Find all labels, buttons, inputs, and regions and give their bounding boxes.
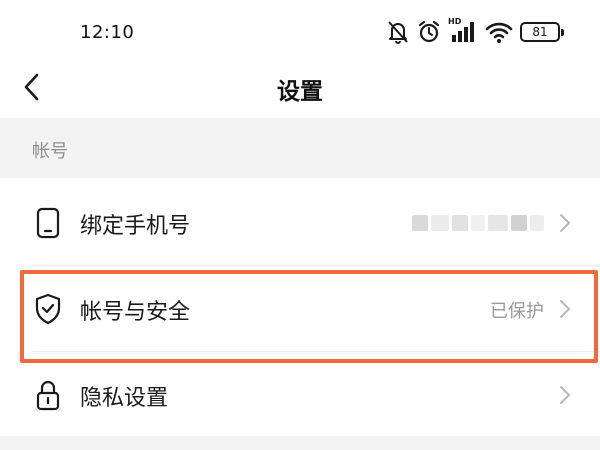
page-title: 设置	[277, 79, 323, 105]
status-time: 12:10	[80, 22, 135, 43]
section-title: 帐号	[32, 141, 68, 162]
chevron-right-icon	[558, 213, 572, 233]
hd-signal-icon: HD	[448, 17, 478, 45]
bell-muted-icon	[386, 19, 410, 45]
status-icons: HD 81	[386, 17, 564, 46]
account-security-status: 已保护	[490, 301, 544, 322]
account-security-label: 帐号与安全	[80, 300, 191, 325]
status-bar: 12:10 HD 81	[0, 0, 600, 60]
section-gap	[0, 436, 600, 450]
battery-level: 81	[532, 25, 548, 39]
chevron-right-icon	[558, 299, 572, 319]
shield-check-icon	[32, 292, 64, 326]
alarm-icon	[417, 19, 441, 45]
phone-number-obscured	[412, 215, 544, 231]
phone-icon	[32, 206, 64, 240]
lock-icon	[32, 378, 64, 412]
account-security-item[interactable]: 帐号与安全 已保护	[0, 266, 600, 352]
chevron-right-icon	[558, 385, 572, 405]
bind-phone-label: 绑定手机号	[80, 214, 191, 239]
privacy-settings-item[interactable]: 隐私设置	[0, 352, 600, 438]
battery-icon: 81	[520, 22, 564, 42]
bind-phone-item[interactable]: 绑定手机号	[0, 180, 600, 266]
wifi-icon	[485, 20, 513, 44]
navigation-bar: 设置	[0, 60, 600, 118]
privacy-settings-label: 隐私设置	[80, 386, 169, 411]
section-header-account: 帐号	[0, 118, 600, 178]
